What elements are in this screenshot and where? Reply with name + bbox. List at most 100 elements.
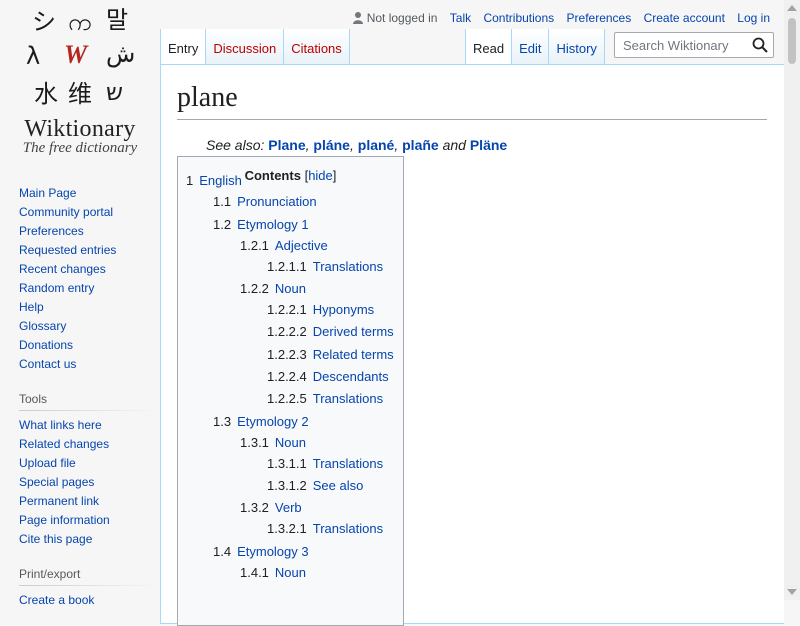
toc-hide-link[interactable]: hide <box>308 168 333 183</box>
see-also-link[interactable]: Plane <box>268 137 305 153</box>
toc-item[interactable]: 1.2.1.1 Translations <box>267 259 383 274</box>
sidebar-item-random-entry[interactable]: Random entry <box>19 281 94 295</box>
toc-item-link[interactable]: Etymology 1 <box>237 217 309 232</box>
toc-item-link[interactable]: Translations <box>313 521 383 536</box>
sidebar-item-create-a-book[interactable]: Create a book <box>19 593 94 607</box>
scroll-up-arrow-icon[interactable] <box>787 5 797 11</box>
talk-link[interactable]: Talk <box>450 11 471 25</box>
vertical-scrollbar[interactable] <box>784 0 800 600</box>
toc-title: Contents <box>244 168 301 183</box>
toc-item[interactable]: 1.3 Etymology 2 <box>213 414 309 429</box>
sidebar-item-special-pages[interactable]: Special pages <box>19 475 94 489</box>
sidebar-item-permanent-link[interactable]: Permanent link <box>19 494 99 508</box>
toc-item[interactable]: 1.4 Etymology 3 <box>213 544 309 559</box>
toc-item[interactable]: 1.3.1.1 Translations <box>267 456 383 471</box>
log-in-link[interactable]: Log in <box>737 11 770 25</box>
toc-item[interactable]: 1.2.1 Adjective <box>240 238 328 253</box>
toc-item-link[interactable]: Noun <box>275 281 306 296</box>
toc-item-number: 1.4.1 <box>240 565 269 580</box>
sidebar-item-requested-entries[interactable]: Requested entries <box>19 243 116 257</box>
see-also-link[interactable]: pláne <box>313 137 350 153</box>
see-also-and: and <box>442 137 466 153</box>
sidebar-item-donations[interactable]: Donations <box>19 338 73 352</box>
toc-item-link[interactable]: Etymology 2 <box>237 414 309 429</box>
toc-item[interactable]: 1.2.2.4 Descendants <box>267 369 389 384</box>
toc-item-link[interactable]: Noun <box>275 435 306 450</box>
toc-item-link[interactable]: Verb <box>275 500 302 515</box>
see-also-link[interactable]: plañe <box>402 137 439 153</box>
contributions-link[interactable]: Contributions <box>483 11 554 25</box>
toc-item-link[interactable]: See also <box>313 478 364 493</box>
sidebar-item-recent-changes[interactable]: Recent changes <box>19 262 106 276</box>
toc-item-link[interactable]: Related terms <box>313 347 394 362</box>
sidebar-heading-print-export[interactable]: Print/export <box>19 567 159 586</box>
sidebar-item-page-information[interactable]: Page information <box>19 513 110 527</box>
sidebar-tools: What links here Related changes Upload f… <box>19 418 159 551</box>
sidebar-item-contact-us[interactable]: Contact us <box>19 357 76 371</box>
logo-glyph: 维 <box>68 80 92 108</box>
sidebar-item-preferences[interactable]: Preferences <box>19 224 84 238</box>
toc-hide-toggle[interactable]: [hide] <box>305 168 337 183</box>
see-also-line: See also: Plane, pláne, plané, plañe and… <box>206 137 508 153</box>
search-icon[interactable] <box>752 37 768 53</box>
toc-item-number: 1.2.1.1 <box>267 259 307 274</box>
toc-item[interactable]: 1.3.1.2 See also <box>267 478 363 493</box>
tab-read[interactable]: Read <box>465 29 512 65</box>
search-input[interactable] <box>621 37 750 54</box>
see-also-link[interactable]: Pläne <box>470 137 507 153</box>
toc-item[interactable]: 1.3.2 Verb <box>240 500 302 515</box>
table-of-contents: Contents [hide] 1 English 1.1 Pronunciation… <box>177 156 404 626</box>
logo-glyph: シ <box>32 8 56 36</box>
tab-entry[interactable]: Entry <box>160 29 206 65</box>
toc-item-link[interactable]: Adjective <box>275 238 328 253</box>
toc-item[interactable]: 1.1 Pronunciation <box>213 194 317 209</box>
toc-item[interactable]: 1.4.1 Noun <box>240 565 306 580</box>
toc-item[interactable]: 1 English <box>186 173 242 188</box>
tab-citations[interactable]: Citations <box>283 29 350 65</box>
toc-item-link[interactable]: Translations <box>313 391 383 406</box>
toc-item-link[interactable]: Descendants <box>313 369 389 384</box>
toc-item-number: 1 <box>186 173 194 188</box>
toc-item-link[interactable]: Noun <box>275 565 306 580</box>
tab-history[interactable]: History <box>548 29 605 65</box>
sidebar-item-help[interactable]: Help <box>19 300 44 314</box>
sidebar-item-upload-file[interactable]: Upload file <box>19 456 76 470</box>
toc-item-number: 1.2.2.3 <box>267 347 307 362</box>
toc-item[interactable]: 1.2.2.3 Related terms <box>267 347 394 362</box>
toc-item[interactable]: 1.2.2.1 Hyponyms <box>267 302 374 317</box>
toc-item-link[interactable]: Translations <box>313 259 383 274</box>
sidebar-item-main-page[interactable]: Main Page <box>19 186 76 200</box>
toc-item-number: 1.2 <box>213 217 232 232</box>
toc-item-number: 1.3.1.1 <box>267 456 307 471</box>
toc-item[interactable]: 1.2.2 Noun <box>240 281 306 296</box>
sidebar-item-what-links-here[interactable]: What links here <box>19 418 102 432</box>
tab-citations-label: Citations <box>291 41 342 56</box>
toc-item-link[interactable]: Pronunciation <box>237 194 317 209</box>
sidebar-heading-tools[interactable]: Tools <box>19 392 159 411</box>
tab-edit[interactable]: Edit <box>511 29 549 65</box>
toc-item[interactable]: 1.2.2.5 Translations <box>267 391 383 406</box>
toc-item-link[interactable]: Derived terms <box>313 324 394 339</box>
tab-discussion[interactable]: Discussion <box>205 29 284 65</box>
toc-item[interactable]: 1.3.2.1 Translations <box>267 521 383 536</box>
sidebar-item-community-portal[interactable]: Community portal <box>19 205 113 219</box>
sidebar-item-cite-this-page[interactable]: Cite this page <box>19 532 92 546</box>
toc-item[interactable]: 1.3.1 Noun <box>240 435 306 450</box>
site-logo[interactable]: シ က 말 λ W ش 水 维 ש Wiktionary The free di… <box>0 0 160 160</box>
scrollbar-thumb[interactable] <box>788 18 796 64</box>
preferences-link[interactable]: Preferences <box>567 11 632 25</box>
namespace-tabs: Entry Discussion Citations <box>160 29 350 65</box>
create-account-link[interactable]: Create account <box>644 11 725 25</box>
see-also-link[interactable]: plané <box>358 137 395 153</box>
toc-item-link[interactable]: Translations <box>313 456 383 471</box>
toc-item[interactable]: 1.2.2.2 Derived terms <box>267 324 394 339</box>
toc-item-link[interactable]: Etymology 3 <box>237 544 309 559</box>
sidebar-item-glossary[interactable]: Glossary <box>19 319 66 333</box>
sidebar-item-related-changes[interactable]: Related changes <box>19 437 109 451</box>
logo-glyph: λ <box>26 42 41 70</box>
toc-item-link[interactable]: Hyponyms <box>313 302 374 317</box>
scroll-down-arrow-icon[interactable] <box>787 589 797 595</box>
toc-item-link[interactable]: English <box>199 173 242 188</box>
toc-item[interactable]: 1.2 Etymology 1 <box>213 217 309 232</box>
search-box <box>614 32 774 58</box>
